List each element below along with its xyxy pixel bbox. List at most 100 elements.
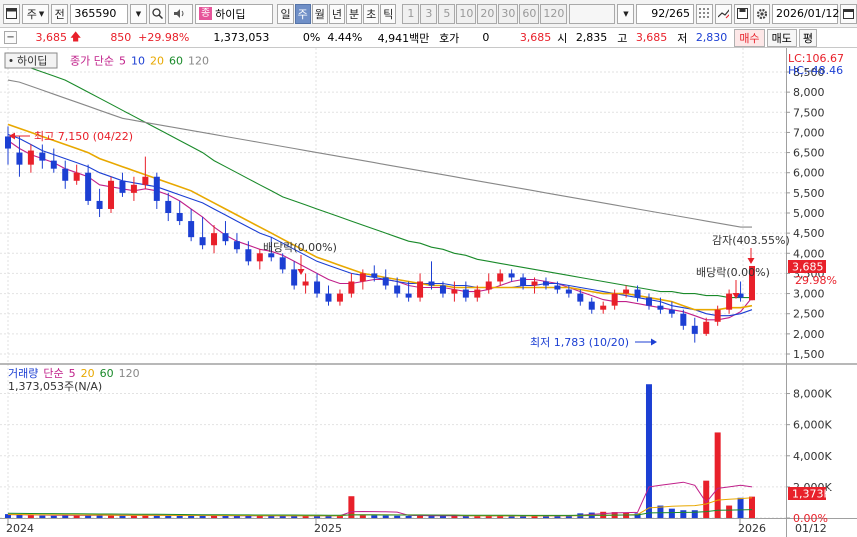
hc-label: HC:-48.46 — [788, 64, 843, 77]
candle-body — [417, 281, 424, 298]
date-input[interactable]: 2026/01/12 — [771, 3, 839, 24]
candle-body — [554, 285, 561, 290]
market-select[interactable]: 주 ▼ — [22, 3, 49, 24]
y-axis-label: 2,000 — [793, 328, 825, 341]
chart-window-icon[interactable] — [3, 3, 20, 24]
minute-tab-1[interactable]: 1 — [402, 3, 420, 24]
volume-bar — [359, 515, 366, 518]
candle-body — [62, 168, 69, 181]
stock-chart[interactable]: 8,5008,0007,5007,0006,5006,0005,5005,000… — [0, 48, 857, 537]
period-tab-4[interactable]: 분 — [345, 3, 363, 24]
stock-code-input[interactable]: 365590 — [70, 3, 128, 24]
candle-body — [428, 281, 435, 286]
candle-body — [222, 233, 229, 242]
minute-tab-3[interactable]: 3 — [420, 3, 438, 24]
chevron-down-icon[interactable]: ▼ — [617, 3, 635, 24]
candle-body — [16, 152, 23, 165]
quote-value: 0 — [482, 31, 490, 44]
minute-tab-30[interactable]: 30 — [498, 3, 519, 24]
volume-bar — [211, 515, 218, 518]
low-price: 2,830 — [695, 31, 728, 44]
candle-body — [165, 200, 172, 213]
y-axis-label: 3,000 — [793, 288, 825, 301]
candle-body — [314, 281, 321, 294]
minute-tab-10[interactable]: 10 — [456, 3, 477, 24]
volume-tag: 1,373K — [788, 487, 831, 501]
volume-bar — [50, 515, 57, 518]
candle-body — [565, 289, 572, 294]
chevron-down-icon[interactable]: ▼ — [129, 3, 147, 24]
interval-input[interactable] — [569, 3, 616, 24]
minute-tab-120[interactable]: 120 — [540, 3, 568, 24]
minute-tab-5[interactable]: 5 — [438, 3, 456, 24]
low-label: 저 — [677, 31, 688, 45]
toolbar: 주 ▼ 전 365590 ▼ 종 하이딥 일주월년분초틱 1 3 5 10 20 30 60 1… — [0, 0, 857, 28]
y-axis-label: 5,500 — [793, 187, 825, 200]
save-icon[interactable] — [733, 3, 751, 24]
search-icon[interactable] — [148, 3, 166, 24]
chevron-down-icon: ▼ — [38, 9, 45, 18]
volume-bar — [691, 510, 698, 518]
pct-tag: 29.98% — [795, 274, 837, 287]
candle-body — [588, 301, 595, 310]
candle-body — [27, 150, 34, 165]
name-tag: 하이딥 — [17, 54, 47, 68]
volume-bar — [371, 515, 378, 518]
period-tab-0[interactable]: 일 — [277, 3, 294, 24]
speaker-icon[interactable] — [167, 3, 193, 24]
gear-icon[interactable] — [752, 3, 770, 24]
evaluate-button[interactable]: 평 — [798, 28, 817, 47]
candle-body — [279, 257, 286, 270]
turnover-percent: 4.44% — [327, 31, 363, 44]
y-axis-label: 6,000 — [793, 167, 825, 180]
minute-tab-60[interactable]: 60 — [519, 3, 540, 24]
sell-button[interactable]: 매도 — [766, 28, 797, 47]
volume-axis-label: 8,000K — [793, 388, 832, 401]
volume-bar — [680, 510, 687, 518]
volume-bar — [394, 515, 401, 518]
stock-name-field[interactable]: 종 하이딥 — [194, 3, 274, 24]
chart-trend-icon[interactable] — [714, 3, 732, 24]
cap-note: 감자(403.55%) — [712, 234, 790, 247]
calendar-icon[interactable] — [839, 3, 857, 24]
candle-body — [119, 180, 126, 193]
collapse-toggle[interactable]: − — [4, 31, 17, 44]
candle-body — [394, 285, 401, 294]
volume-bar — [474, 516, 481, 518]
volume-bar — [531, 516, 538, 518]
volume-bar — [405, 515, 412, 518]
grid-icon[interactable] — [695, 3, 713, 24]
candle-body — [668, 309, 675, 314]
quote-price: 3,685 — [519, 31, 552, 44]
candle-body — [199, 237, 206, 246]
x-axis-label: 2025 — [314, 522, 342, 535]
period-tab-3[interactable]: 년 — [328, 3, 345, 24]
candle-body — [130, 184, 137, 193]
y-axis-label: 2,500 — [793, 308, 825, 321]
period-tab-1[interactable]: 주 — [294, 3, 311, 24]
candle-body — [85, 172, 92, 201]
candle-body — [451, 289, 458, 294]
y-axis-label: 4,500 — [793, 227, 825, 240]
period-tab-2[interactable]: 월 — [311, 3, 328, 24]
volume-tag-text: 1,373K — [792, 488, 831, 501]
legend-item: 5 — [69, 367, 76, 380]
candle-body — [600, 305, 607, 310]
y-axis-label: 8,000 — [793, 86, 825, 99]
volume-bar — [645, 384, 652, 518]
legend-item: 20 — [150, 55, 164, 68]
candle-body — [485, 281, 492, 290]
x-axis-right-label: 01/12 — [795, 522, 827, 535]
y-axis-label: 7,000 — [793, 126, 825, 139]
all-button[interactable]: 전 — [50, 3, 69, 24]
legend-item: 20 — [81, 367, 95, 380]
candle-body — [371, 273, 378, 278]
minute-tab-20[interactable]: 20 — [477, 3, 498, 24]
volume-text: 1,373,053주(N/A) — [8, 380, 102, 393]
y-axis-label: 5,000 — [793, 207, 825, 220]
buy-button[interactable]: 매수 — [734, 28, 765, 47]
candle-body — [497, 273, 504, 282]
price-change: 850 — [110, 31, 132, 44]
period-tab-6[interactable]: 틱 — [380, 3, 397, 24]
period-tab-5[interactable]: 초 — [363, 3, 380, 24]
